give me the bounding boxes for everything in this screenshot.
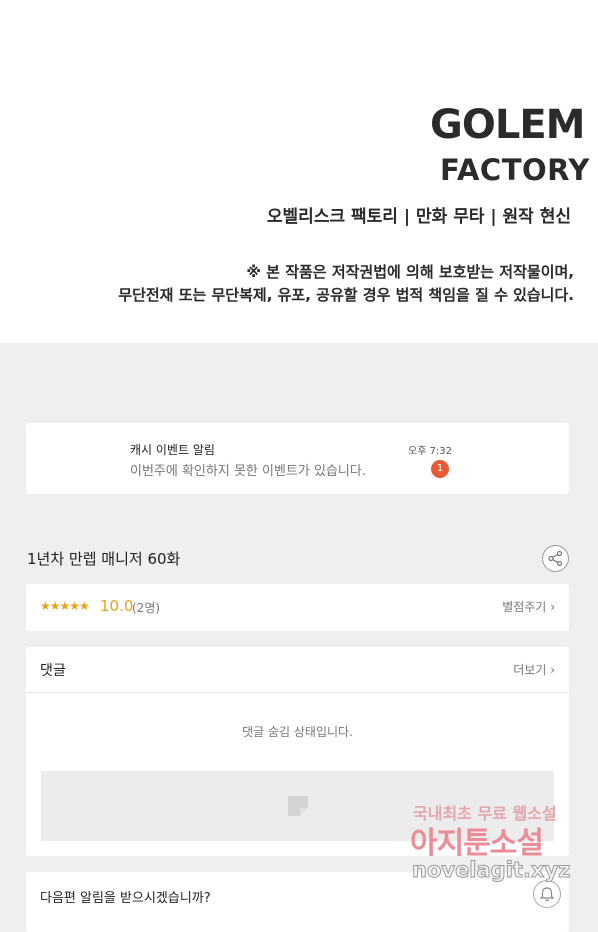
next-episode-question: 다음편 알림을 받으시겠습니까? bbox=[40, 891, 211, 906]
chevron-right-icon: › bbox=[550, 600, 555, 614]
rating-card: ★★★★★ 10.0 (2명) 별점주기 › bbox=[26, 584, 569, 631]
comic-footer-panel: GOLEM FACTORY 오벨리스크 팩토리 | 만화 무타 | 원작 현신 … bbox=[0, 0, 598, 343]
copyright-notice-line1: ※ 본 작품은 저작권법에 의해 보호받는 저작물이며, bbox=[246, 263, 574, 281]
notification-body: 이번주에 확인하지 못한 이벤트가 있습니다. bbox=[130, 464, 366, 479]
comments-hidden-message: 댓글 숨김 상태입니다. bbox=[242, 725, 353, 739]
episode-title: 1년차 만렙 매니저 60화 bbox=[27, 550, 181, 568]
event-notification-card[interactable]: 캐시 이벤트 알림 이번주에 확인하지 못한 이벤트가 있습니다. 오후 7:3… bbox=[26, 423, 569, 494]
image-placeholder-icon bbox=[288, 796, 308, 816]
copyright-notice-line2: 무단전재 또는 무단복제, 유포, 공유할 경우 법적 책임을 질 수 있습니다… bbox=[118, 286, 574, 304]
rating-stars: ★★★★★ bbox=[40, 599, 90, 613]
rate-button-label: 별점주기 bbox=[502, 600, 547, 614]
watermark-brand: 아지툰소설 bbox=[410, 826, 544, 861]
notification-title: 캐시 이벤트 알림 bbox=[130, 443, 215, 457]
share-icon bbox=[548, 550, 563, 567]
logo-text-factory: FACTORY bbox=[440, 153, 590, 187]
golem-factory-logo: GOLEM FACTORY bbox=[430, 100, 589, 190]
more-button-label: 더보기 bbox=[513, 663, 547, 677]
notification-time: 오후 7:32 bbox=[408, 446, 453, 457]
watermark-url: novelagit.xyz bbox=[411, 858, 571, 883]
credits-text: 오벨리스크 팩토리 | 만화 무타 | 원작 현신 bbox=[266, 207, 571, 227]
comments-title: 댓글 bbox=[40, 663, 66, 679]
divider bbox=[26, 692, 569, 693]
comments-more-button[interactable]: 더보기 › bbox=[513, 661, 555, 678]
chevron-right-icon: › bbox=[550, 663, 555, 677]
logo-text-golem: GOLEM bbox=[430, 102, 585, 148]
rating-count: (2명) bbox=[132, 601, 161, 615]
site-watermark: 국내최초 무료 웹소설 아지툰소설 novelagit.xyz bbox=[410, 798, 578, 888]
notification-badge: 1 bbox=[431, 460, 449, 478]
share-button[interactable] bbox=[542, 545, 569, 572]
rate-button[interactable]: 별점주기 › bbox=[502, 598, 555, 615]
rating-score: 10.0 bbox=[100, 597, 134, 615]
